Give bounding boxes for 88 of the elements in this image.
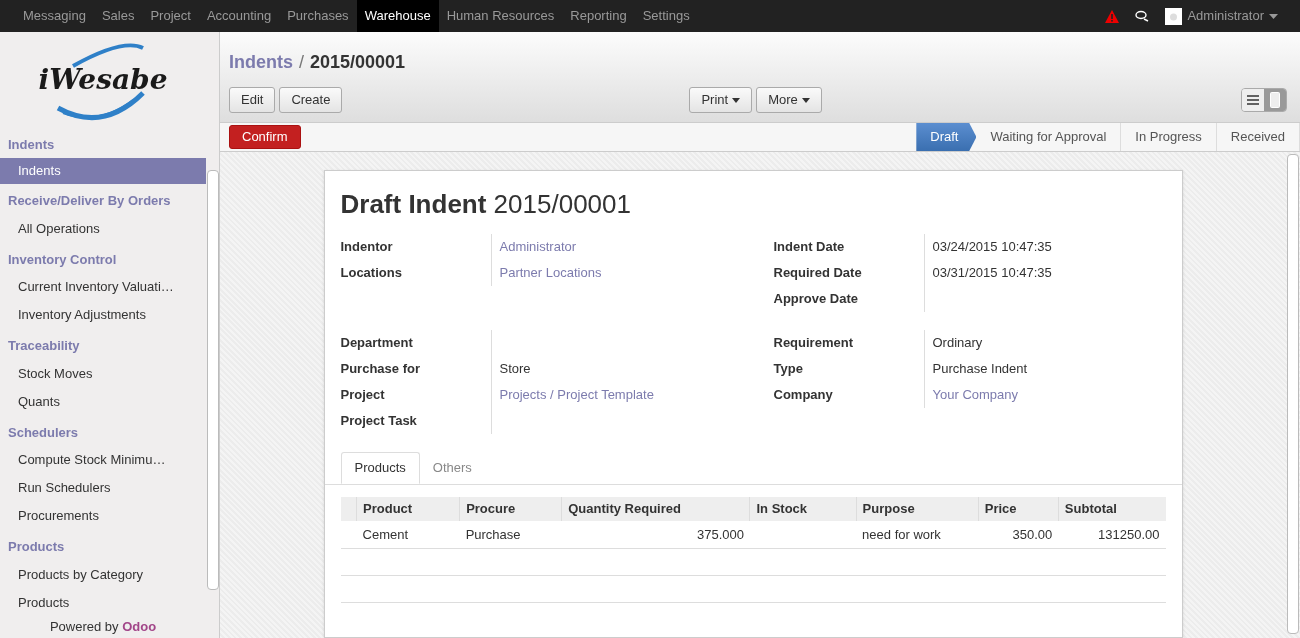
table-cell: 131250.00 [1098, 526, 1160, 542]
sidebar-item[interactable]: Current Inventory Valuati… [0, 273, 207, 301]
sidebar-item[interactable]: Stock Moves [0, 359, 207, 388]
menu-item[interactable]: Human Resources [438, 0, 563, 32]
sidebar-item[interactable]: Products by Category [0, 560, 207, 589]
caret-icon [732, 97, 741, 103]
table-cell: 375.000 [696, 526, 744, 542]
caret-icon[interactable] [1269, 13, 1278, 19]
menu-item[interactable]: Settings [634, 0, 698, 32]
field-label: Project [340, 386, 386, 405]
field-label: Company [773, 386, 834, 405]
sidebar-item[interactable]: Indents [0, 158, 207, 184]
dropdown-button[interactable]: More [756, 87, 822, 113]
table-cell: 350.00 [1012, 526, 1053, 542]
breadcrumb-separator: / [298, 51, 306, 74]
sidebar-item[interactable]: Quants [0, 387, 207, 416]
sidebar-section-title: Schedulers [7, 423, 80, 442]
scrollbar[interactable] [1287, 154, 1299, 634]
menu-item[interactable]: Purchases [279, 0, 357, 32]
status-stage[interactable]: Draft [916, 123, 977, 151]
field-label: Purchase for [340, 360, 421, 379]
field-label: Requirement [773, 334, 854, 353]
sidebar-section-title: Inventory Control [7, 250, 118, 269]
field-label: Locations [340, 264, 403, 283]
tab[interactable]: Others [419, 452, 485, 484]
table-cell: need for work [862, 526, 941, 542]
form-title: Draft Indent 2015/00001 [340, 189, 631, 219]
list-icon [1247, 95, 1259, 105]
warning-icon[interactable] [1105, 9, 1120, 23]
record-title: 2015/00001 [310, 51, 406, 74]
field-label: Project Task [340, 412, 418, 431]
column-header[interactable]: Subtotal [1058, 497, 1166, 521]
table-cell: Purchase [465, 526, 521, 542]
table-cell: Cement [362, 526, 409, 542]
status-stage[interactable]: Waiting for Approval [976, 123, 1122, 151]
column-header[interactable]: Purpose [856, 497, 979, 521]
field-value: 03/24/2015 10:47:35 [932, 238, 1052, 257]
field-value: Ordinary [932, 334, 983, 353]
status-stage[interactable]: In Progress [1121, 123, 1217, 151]
sidebar-section-title: Indents [7, 135, 56, 154]
toolbar-button[interactable]: Edit [229, 87, 276, 113]
dropdown-button[interactable]: Print [689, 87, 753, 113]
field-label: Required Date [773, 264, 863, 283]
field-link[interactable]: Partner Locations [499, 263, 602, 283]
breadcrumb-link[interactable]: Indents [229, 49, 293, 76]
sidebar-section-title: Traceability [7, 337, 81, 355]
form-icon [1270, 92, 1280, 108]
sidebar-item[interactable]: Compute Stock Minimu… [0, 446, 207, 474]
menu-item[interactable]: Messaging [15, 0, 94, 32]
status-stage[interactable]: Received [1216, 123, 1300, 151]
column-header[interactable]: Product [356, 497, 460, 521]
sidebar-section-title: Products [7, 538, 66, 556]
field-value: Store [499, 360, 531, 379]
caret-icon [801, 97, 810, 103]
form-view-button[interactable] [1264, 89, 1286, 111]
menu-item[interactable]: Accounting [198, 0, 280, 32]
menu-item[interactable]: Sales [93, 0, 143, 32]
column-header[interactable]: In Stock [749, 497, 857, 521]
menu-item[interactable]: Project [142, 0, 199, 32]
sidebar-item[interactable]: Run Schedulers [0, 474, 207, 502]
field-label: Indentor [340, 238, 394, 257]
powered-by-text: Powered by Odoo [49, 618, 157, 634]
menu-item[interactable]: Warehouse [356, 0, 439, 32]
field-label: Approve Date [773, 290, 860, 309]
avatar-icon[interactable] [1165, 7, 1183, 25]
user-menu[interactable]: Administrator [1187, 6, 1264, 26]
field-label: Department [340, 334, 414, 353]
field-label: Type [773, 360, 804, 379]
sidebar-item[interactable]: All Operations [0, 214, 207, 243]
field-link[interactable]: Administrator [499, 237, 577, 257]
sidebar-item[interactable]: Products [0, 588, 207, 617]
field-value: Purchase Indent [932, 360, 1028, 379]
scrollbar[interactable] [207, 170, 219, 590]
sidebar-section-title: Receive/Deliver By Orders [7, 192, 172, 210]
tab[interactable]: Products [340, 452, 420, 484]
column-header[interactable]: Quantity Required [561, 497, 750, 521]
field-label: Indent Date [773, 238, 846, 257]
toolbar-button[interactable]: Create [279, 87, 343, 113]
column-header[interactable]: Procure [459, 497, 562, 521]
confirm-button[interactable]: Confirm [229, 125, 301, 149]
column-header[interactable]: Price [978, 497, 1059, 521]
menu-item[interactable]: Reporting [562, 0, 635, 32]
sidebar-item[interactable]: Procurements [0, 502, 207, 530]
sidebar-item[interactable]: Inventory Adjustments [0, 301, 207, 329]
field-link[interactable]: Your Company [932, 385, 1018, 405]
field-value: 03/31/2015 10:47:35 [932, 264, 1052, 283]
field-link[interactable]: Projects / Project Template [499, 385, 654, 405]
list-view-button[interactable] [1242, 89, 1264, 111]
